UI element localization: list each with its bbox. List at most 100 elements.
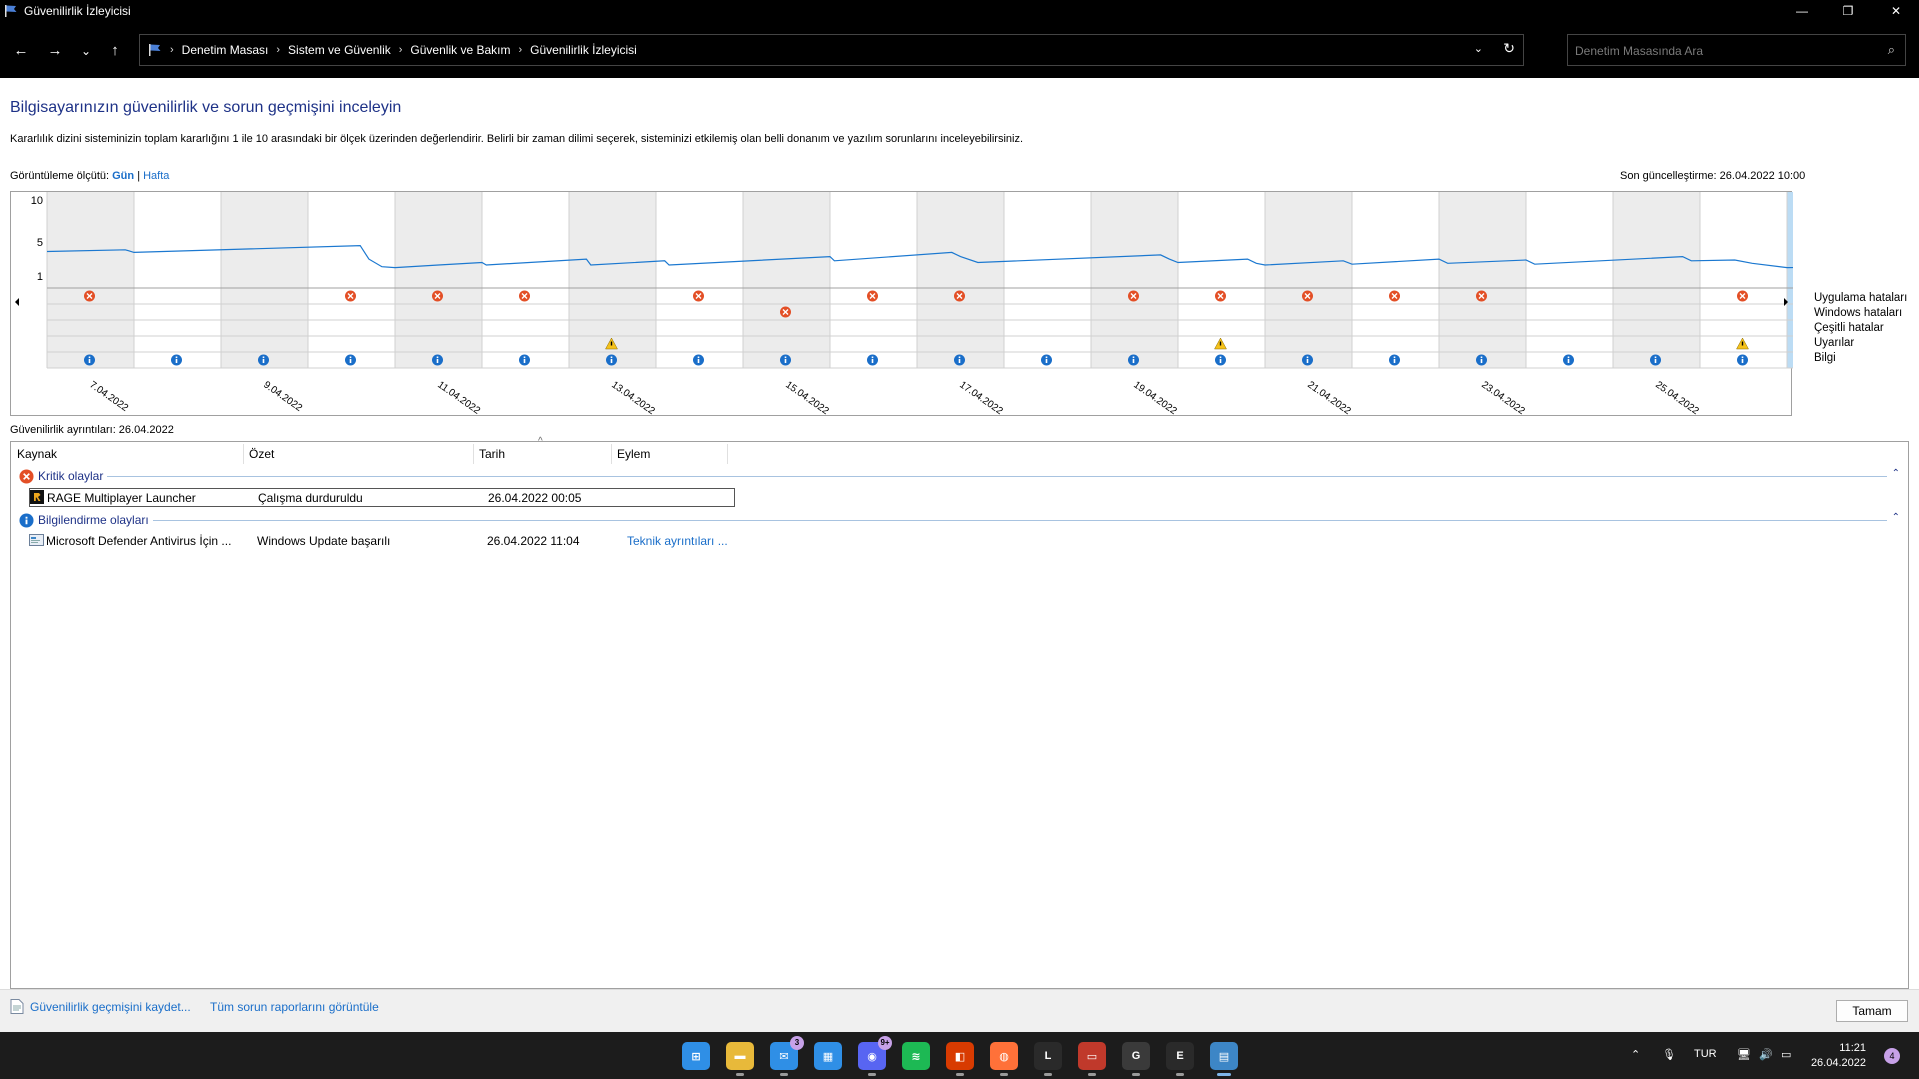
stability-chart[interactable]: 10 5 1 7.04.2022 9.04.2022 11.04.2022 13.04.20… <box>10 191 1793 417</box>
close-button[interactable]: ✕ <box>1873 0 1919 22</box>
file-explorer-icon[interactable]: ▬ <box>726 1042 754 1076</box>
discord-icon[interactable]: ◉ 9+ <box>858 1036 892 1076</box>
network-icon[interactable]: 🖥 <box>1737 1048 1751 1061</box>
refresh-icon[interactable]: ↻ <box>1503 40 1515 57</box>
chart-day-column <box>47 192 134 368</box>
column-divider[interactable] <box>473 444 474 464</box>
x-date-label: 9.04.2022 <box>261 379 304 414</box>
chart-day-column <box>134 192 221 368</box>
voicemeeter-icon[interactable]: ▭ <box>1078 1042 1106 1076</box>
address-bar[interactable]: › Denetim Masası › Sistem ve Güvenlik › … <box>139 34 1524 66</box>
warning-icon-mark <box>610 341 613 346</box>
breadcrumb-control-panel[interactable]: Denetim Masası <box>182 43 269 57</box>
info-event-icon-dot <box>1045 356 1048 359</box>
forward-button[interactable]: → <box>44 40 66 62</box>
info-event-icon-dot <box>1654 356 1657 359</box>
scroll-left-icon[interactable] <box>15 298 19 306</box>
battery-icon[interactable]: ▭ <box>1781 1048 1791 1061</box>
chart-day-column <box>743 192 830 368</box>
search-input[interactable]: Denetim Masasında Ara ⌕ <box>1567 34 1906 66</box>
view-all-reports-link[interactable]: Tüm sorun raporlarını görüntüle <box>210 1000 379 1014</box>
tray-overflow-chevron-icon[interactable]: ⌃ <box>1631 1048 1640 1061</box>
group-critical-events[interactable]: Kritik olaylar <box>19 467 103 485</box>
breadcrumb-reliability-monitor[interactable]: Güvenilirlik İzleyicisi <box>530 43 637 57</box>
column-date[interactable]: Tarih <box>479 447 505 461</box>
info-event-icon-mark <box>436 359 439 363</box>
group-label: Kritik olaylar <box>38 469 104 483</box>
firefox-icon[interactable]: ◍ <box>990 1042 1018 1076</box>
event-row[interactable]: RAGE Multiplayer Launcher Çalışma durdur… <box>29 488 735 507</box>
breadcrumb-security-maintenance[interactable]: Güvenlik ve Bakım <box>410 43 510 57</box>
details-title: Güvenilirlik ayrıntıları: 26.04.2022 <box>10 424 174 436</box>
chevron-right-icon: › <box>170 44 174 56</box>
x-date-label: 15.04.2022 <box>783 379 831 417</box>
info-event-icon-mark <box>1741 359 1744 363</box>
info-event-icon-mark <box>1567 359 1570 363</box>
column-divider[interactable] <box>243 444 244 464</box>
row-label-warnings: Uyarılar <box>1814 337 1855 349</box>
group-information-events[interactable]: Bilgilendirme olayları <box>19 511 149 529</box>
clock[interactable]: 11:21 26.04.2022 <box>1810 1041 1866 1071</box>
view-by-label: Görüntüleme ölçütü: <box>10 170 110 182</box>
recent-locations-button[interactable]: ⌄ <box>75 40 97 62</box>
gog-icon[interactable]: G <box>1122 1042 1150 1076</box>
event-date: 26.04.2022 11:04 <box>487 534 580 548</box>
column-divider[interactable] <box>727 444 728 464</box>
collapse-information-icon[interactable]: ⌃ <box>1892 512 1900 523</box>
row-label-windows-failures: Windows hataları <box>1814 307 1903 319</box>
event-summary: Windows Update başarılı <box>257 534 391 548</box>
language-indicator[interactable]: TUR <box>1694 1048 1717 1060</box>
technical-details-link[interactable]: Teknik ayrıntıları ... <box>627 534 728 548</box>
launcher-l-icon[interactable]: L <box>1034 1042 1062 1076</box>
navigation-bar: ← → ⌄ ↑ › Denetim Masası › Sistem ve Güv… <box>0 22 1919 78</box>
info-event-icon-mark <box>1393 359 1396 363</box>
group-divider <box>153 520 1887 521</box>
info-event-icon-mark <box>88 359 91 363</box>
epic-games-icon[interactable]: E <box>1166 1042 1194 1076</box>
spotify-icon[interactable]: ≋ <box>902 1042 930 1070</box>
ok-button[interactable]: Tamam <box>1836 1000 1908 1022</box>
mail-icon[interactable]: ✉ 3 <box>770 1036 804 1076</box>
calendar-icon[interactable]: ▦ <box>814 1042 842 1070</box>
running-indicator <box>1176 1073 1184 1076</box>
info-event-icon-dot <box>349 356 352 359</box>
breadcrumb-system-security[interactable]: Sistem ve Güvenlik <box>288 43 391 57</box>
column-action[interactable]: Eylem <box>617 447 650 461</box>
reliability-monitor-icon[interactable]: ▤ <box>1210 1042 1238 1076</box>
volume-icon[interactable]: 🔊 <box>1759 1048 1773 1061</box>
address-dropdown-icon[interactable]: ⌄ <box>1474 42 1483 55</box>
column-summary[interactable]: Özet <box>249 447 274 461</box>
search-icon[interactable]: ⌕ <box>1888 42 1895 58</box>
start-icon[interactable]: ⊞ <box>682 1042 710 1070</box>
chart-day-column <box>1439 192 1526 368</box>
up-button[interactable]: ↑ <box>104 40 126 62</box>
view-by-selector: Görüntüleme ölçütü: Gün | Hafta <box>10 170 169 182</box>
info-event-icon-mark <box>784 359 787 363</box>
view-by-day-link[interactable]: Gün <box>112 170 134 182</box>
maximize-button[interactable]: ❐ <box>1825 0 1871 22</box>
chart-day-column <box>656 192 743 368</box>
column-divider[interactable] <box>611 444 612 464</box>
event-row[interactable]: Microsoft Defender Antivirus İçin ... Wi… <box>29 532 735 551</box>
chart-day-column <box>830 192 917 368</box>
view-by-separator: | <box>137 170 141 182</box>
chart-day-column[interactable] <box>1787 192 1793 368</box>
office-icon[interactable]: ◧ <box>946 1042 974 1076</box>
sort-indicator: ^ <box>538 436 543 447</box>
chart-day-column <box>1613 192 1700 368</box>
column-header: Kaynak Özet Tarih ^ Eylem <box>11 436 1908 466</box>
view-by-week-link[interactable]: Hafta <box>143 170 169 182</box>
y-tick-label: 10 <box>31 195 43 207</box>
info-event-icon-dot <box>1219 356 1222 359</box>
column-source[interactable]: Kaynak <box>17 447 57 461</box>
save-history-link[interactable]: Güvenilirlik geçmişini kaydet... <box>30 1000 191 1014</box>
error-icon <box>19 468 34 484</box>
update-icon <box>29 533 44 550</box>
back-button[interactable]: ← <box>10 40 32 62</box>
collapse-critical-icon[interactable]: ⌃ <box>1892 468 1900 479</box>
notification-center-badge[interactable]: 4 <box>1884 1048 1900 1064</box>
info-event-icon-mark <box>175 359 178 363</box>
microphone-icon[interactable]: 🎙 <box>1662 1048 1676 1061</box>
minimize-button[interactable]: — <box>1779 0 1825 22</box>
info-event-icon-mark <box>958 359 961 363</box>
